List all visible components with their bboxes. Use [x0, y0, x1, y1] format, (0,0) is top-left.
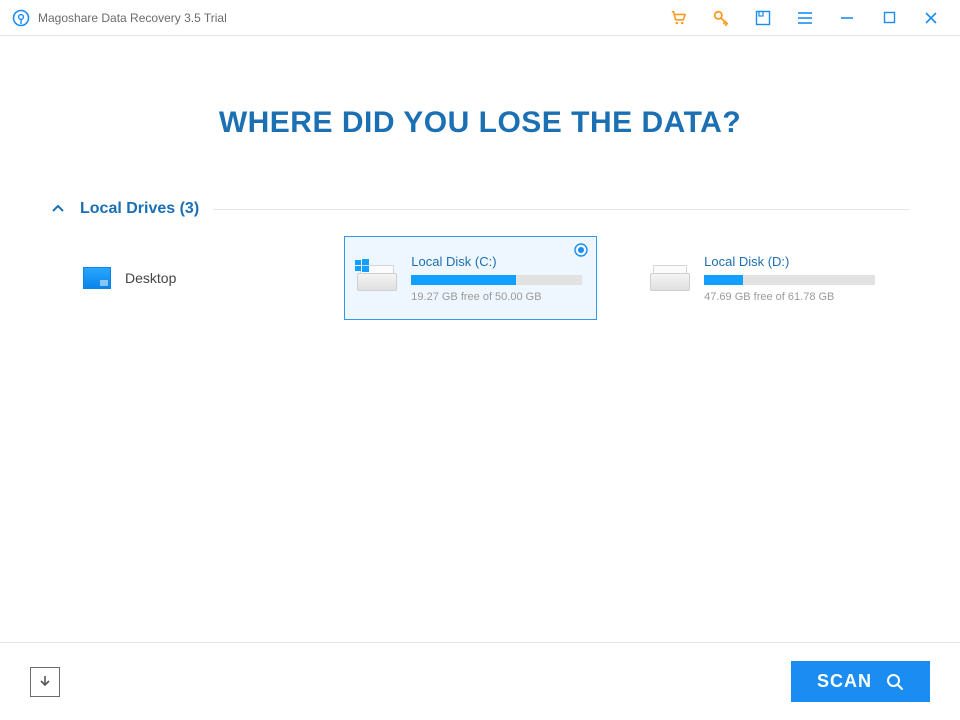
scan-button[interactable]: SCAN: [791, 661, 930, 702]
page-headline: WHERE DID YOU LOSE THE DATA?: [40, 106, 920, 140]
system-disk-icon: [357, 265, 397, 291]
drive-name: Local Disk (C:): [411, 254, 582, 269]
disk-tools-button[interactable]: [742, 0, 784, 36]
import-button[interactable]: [30, 667, 60, 697]
drives-row: Desktop: [40, 236, 920, 320]
section-header-local-drives: Local Drives (3): [50, 200, 910, 218]
close-button[interactable]: [910, 0, 952, 36]
desktop-icon: [83, 267, 111, 289]
minimize-button[interactable]: [826, 0, 868, 36]
drive-item-desktop[interactable]: Desktop: [70, 236, 304, 320]
main-content: WHERE DID YOU LOSE THE DATA? Local Drive…: [0, 106, 960, 320]
chevron-up-icon[interactable]: [50, 201, 66, 217]
drive-name: Desktop: [125, 270, 176, 286]
drive-item-local-disk-d[interactable]: Local Disk (D:) 47.69 GB free of 61.78 G…: [637, 236, 890, 320]
drive-free-text: 47.69 GB free of 61.78 GB: [704, 291, 875, 303]
drive-item-local-disk-c[interactable]: Local Disk (C:) 19.27 GB free of 50.00 G…: [344, 236, 597, 320]
store-button[interactable]: [658, 0, 700, 36]
usage-fill: [411, 275, 515, 285]
drive-free-text: 19.27 GB free of 50.00 GB: [411, 291, 582, 303]
section-label: Local Drives (3): [80, 200, 199, 218]
activate-button[interactable]: [700, 0, 742, 36]
disk-icon: [650, 265, 690, 291]
footer: SCAN: [0, 642, 960, 720]
app-title: Magoshare Data Recovery 3.5 Trial: [38, 11, 227, 25]
usage-fill: [704, 275, 743, 285]
search-icon: [886, 673, 904, 691]
radio-selected-icon: [574, 243, 588, 257]
maximize-button[interactable]: [868, 0, 910, 36]
menu-button[interactable]: [784, 0, 826, 36]
usage-bar: [411, 275, 582, 285]
divider: [213, 209, 910, 210]
drive-name: Local Disk (D:): [704, 254, 875, 269]
usage-bar: [704, 275, 875, 285]
app-logo-icon: [12, 9, 30, 27]
scan-label: SCAN: [817, 671, 872, 692]
titlebar: Magoshare Data Recovery 3.5 Trial: [0, 0, 960, 36]
